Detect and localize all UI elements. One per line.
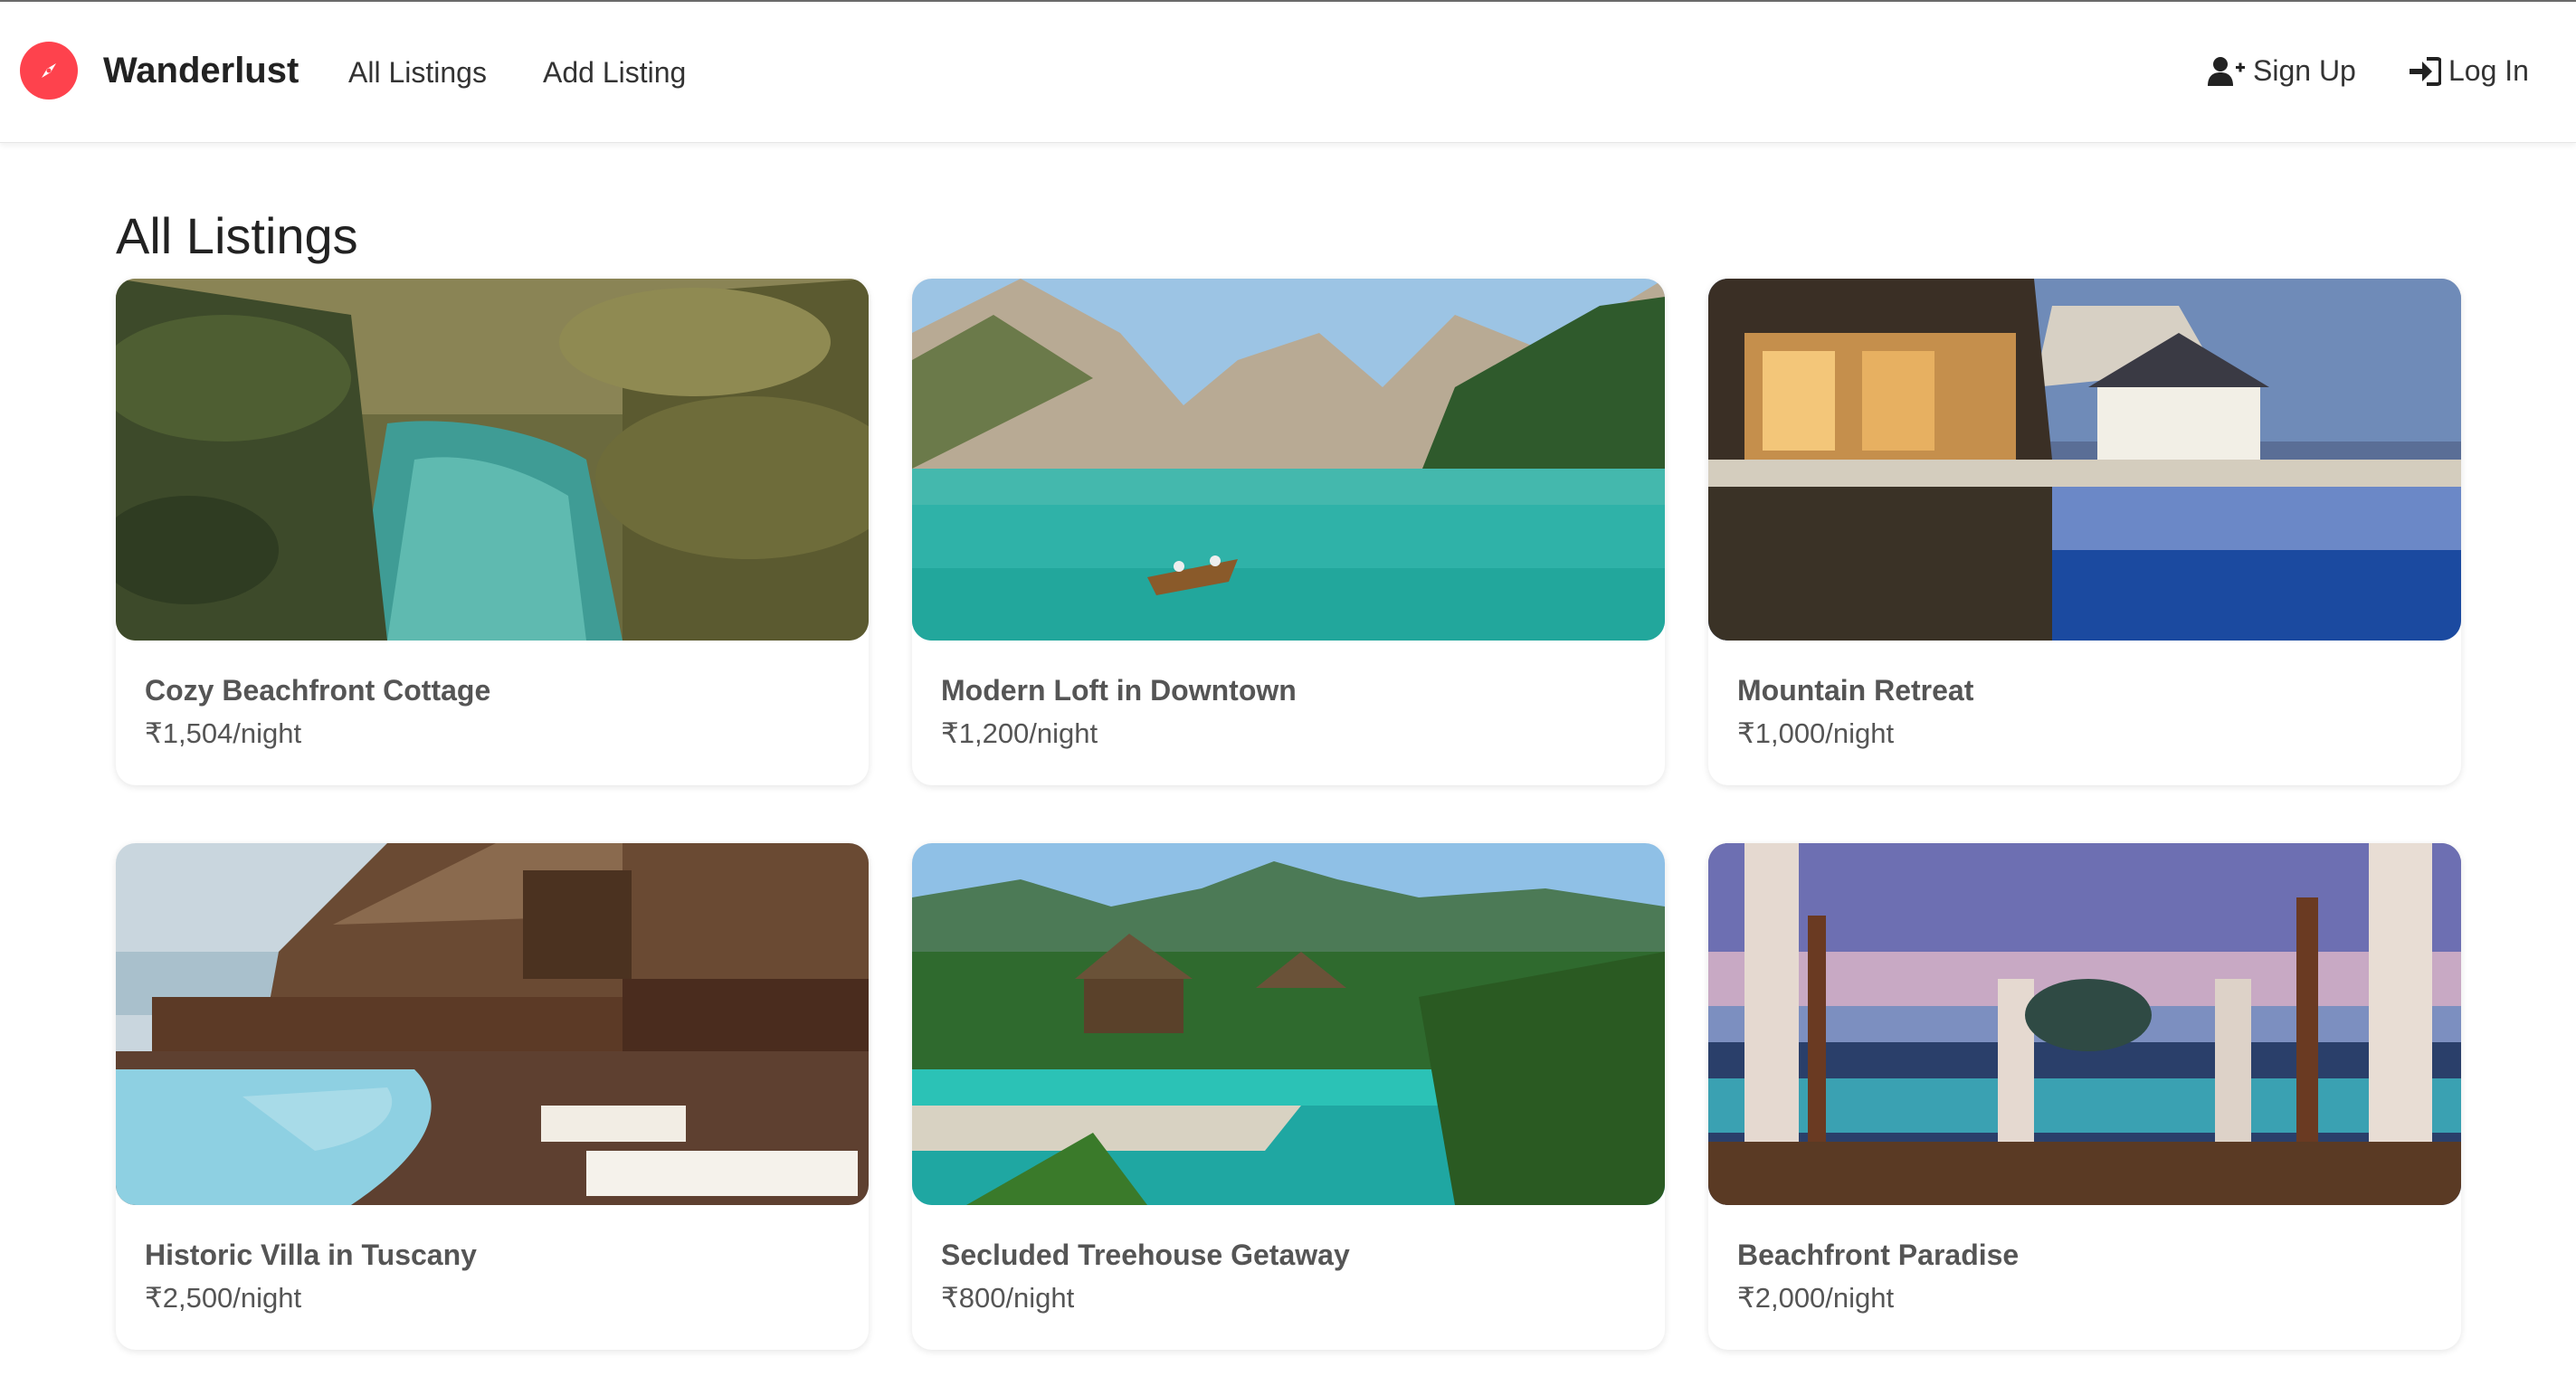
listing-price: ₹1,000/night — [1737, 717, 1895, 749]
listing-card[interactable]: Beachfront Paradise ₹2,000/night — [1708, 843, 2461, 1350]
listing-image[interactable] — [912, 843, 1665, 1205]
listing-card[interactable]: Cozy Beachfront Cottage ₹1,504/night — [116, 279, 869, 785]
listing-image[interactable] — [1708, 843, 2461, 1205]
listing-title[interactable]: Modern Loft in Downtown — [941, 674, 1297, 707]
signup-link[interactable]: Sign Up — [2208, 54, 2356, 88]
listing-title[interactable]: Cozy Beachfront Cottage — [145, 674, 490, 707]
listing-price: ₹1,504/night — [145, 717, 302, 749]
compass-icon[interactable] — [20, 42, 78, 100]
sign-in-icon — [2410, 56, 2441, 86]
page-title: All Listings — [116, 207, 358, 264]
listing-card[interactable]: Secluded Treehouse Getaway ₹800/night — [912, 843, 1665, 1350]
nav-add-listing-link[interactable]: Add Listing — [543, 56, 686, 90]
nav-all-listings-link[interactable]: All Listings — [348, 56, 487, 90]
listing-title[interactable]: Beachfront Paradise — [1737, 1239, 2019, 1272]
listing-title[interactable]: Historic Villa in Tuscany — [145, 1239, 477, 1272]
login-label: Log In — [2448, 54, 2529, 87]
navbar: Wanderlust All Listings Add Listing Sign… — [0, 2, 2576, 143]
listing-image[interactable] — [116, 843, 869, 1205]
brand[interactable]: Wanderlust — [20, 42, 299, 100]
listing-card[interactable]: Mountain Retreat ₹1,000/night — [1708, 279, 2461, 785]
listing-price: ₹2,000/night — [1737, 1282, 1895, 1314]
listing-card[interactable]: Modern Loft in Downtown ₹1,200/night — [912, 279, 1665, 785]
listing-card[interactable]: Historic Villa in Tuscany ₹2,500/night — [116, 843, 869, 1350]
listing-title[interactable]: Mountain Retreat — [1737, 674, 1973, 707]
listing-image[interactable] — [116, 279, 869, 641]
login-link[interactable]: Log In — [2409, 54, 2529, 88]
user-plus-icon — [2208, 56, 2245, 86]
listing-price: ₹800/night — [941, 1282, 1075, 1314]
listing-price: ₹1,200/night — [941, 717, 1098, 749]
listing-image[interactable] — [912, 279, 1665, 641]
signup-label: Sign Up — [2253, 54, 2356, 87]
listing-image[interactable] — [1708, 279, 2461, 641]
brand-name[interactable]: Wanderlust — [103, 51, 299, 91]
listing-price: ₹2,500/night — [145, 1282, 302, 1314]
listing-title[interactable]: Secluded Treehouse Getaway — [941, 1239, 1350, 1272]
